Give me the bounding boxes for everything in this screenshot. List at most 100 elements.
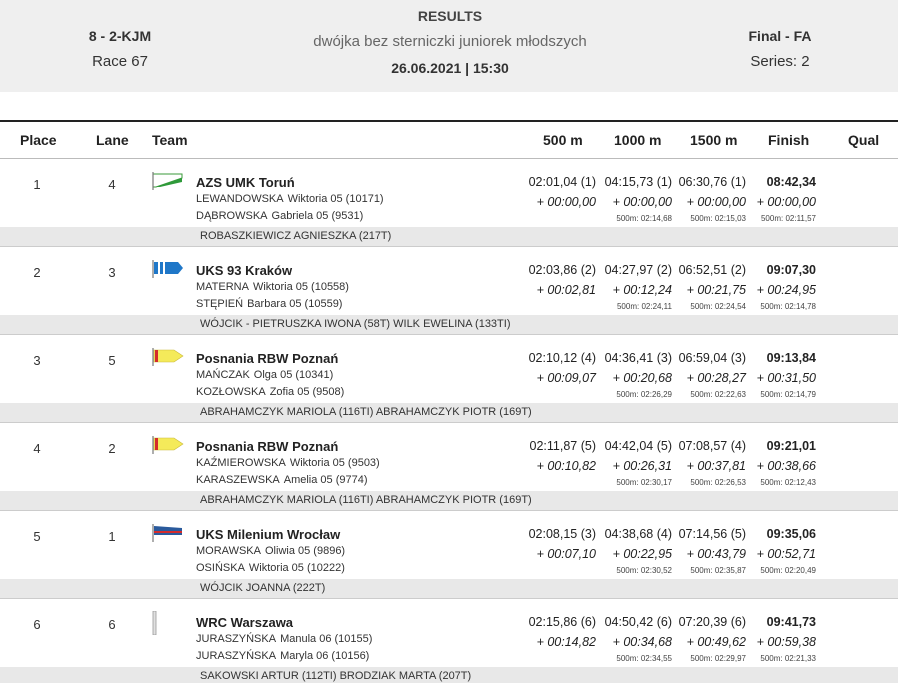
coach-names: ROBASZKIEWICZ AGNIESZKA (217T) xyxy=(200,230,392,242)
rower-surname: LEWANDOWSKA xyxy=(196,193,284,205)
team-name: UKS 93 Kraków xyxy=(196,263,293,278)
diff-1000m: + 00:26,31 xyxy=(612,459,672,473)
team-name: UKS Milenium Wrocław xyxy=(196,527,341,542)
table-row: 2 3 UKS 93 Kraków MATERNA Wiktoria 05 (10… xyxy=(0,247,898,335)
pace-1500m: 500m: 02:22,63 xyxy=(690,390,746,399)
coach-names: WÓJCIK - PIETRUSZKA IWONA (58T) WILK EWE… xyxy=(200,318,511,330)
coach-names: ABRAHAMCZYK MARIOLA (116TI) ABRAHAMCZYK … xyxy=(200,494,532,506)
rower-details: Zofia 05 (9508) xyxy=(269,386,345,398)
rower-surname: KAŹMIEROWSKA xyxy=(196,457,286,469)
rower-surname: KOZŁOWSKA xyxy=(196,386,266,398)
diff-finish: + 00:31,50 xyxy=(756,371,816,385)
rower-surname: MAŃCZAK xyxy=(196,369,250,381)
team-name: AZS UMK Toruń xyxy=(196,175,295,190)
pace-finish: 500m: 02:12,43 xyxy=(760,478,816,487)
diff-500m: + 00:14,82 xyxy=(536,635,596,649)
race-series: Series: 2 xyxy=(750,53,810,70)
finish-time: 08:42,34 xyxy=(766,175,816,189)
table-row: 5 1 UKS Milenium Wrocław MORAWSKA Oliwia … xyxy=(0,511,898,599)
rower-surname: JURASZYŃSKA xyxy=(196,633,277,645)
rower-details: Wiktoria 05 (10558) xyxy=(252,281,349,293)
diff-500m: + 00:07,10 xyxy=(536,547,596,561)
pace-1000m: 500m: 02:14,68 xyxy=(616,214,672,223)
rower-2: DĄBROWSKA Gabriela 05 (9531) xyxy=(196,210,363,222)
table-row: 1 4 AZS UMK Toruń LEWANDOWSKA Wiktoria 05… xyxy=(0,159,898,247)
coach-bar: SAKOWSKI ARTUR (112TI) BRODZIAK MARTA (2… xyxy=(0,667,898,683)
diff-finish: + 00:52,71 xyxy=(756,547,816,561)
split-1000m: 04:38,68 (4) xyxy=(604,527,672,541)
place-cell: 2 xyxy=(33,265,41,280)
split-500m: 02:11,87 (5) xyxy=(529,439,596,453)
finish-time: 09:35,06 xyxy=(766,527,816,541)
split-1500m: 06:52,51 (2) xyxy=(678,263,746,277)
diff-1500m: + 00:00,00 xyxy=(686,195,746,209)
diff-500m: + 00:00,00 xyxy=(536,195,596,209)
split-1000m: 04:50,42 (6) xyxy=(604,615,672,629)
rower-1: LEWANDOWSKA Wiktoria 05 (10171) xyxy=(196,193,384,205)
race-number: Race 67 xyxy=(92,53,148,70)
coach-bar: ABRAHAMCZYK MARIOLA (116TI) ABRAHAMCZYK … xyxy=(0,491,898,511)
split-1500m: 07:20,39 (6) xyxy=(678,615,746,629)
yellow-red-flag-icon xyxy=(152,347,184,367)
coach-bar: WÓJCIK - PIETRUSZKA IWONA (58T) WILK EWE… xyxy=(0,315,898,335)
column-header-1000m: 1000 m xyxy=(614,132,662,148)
rower-1: MORAWSKA Oliwia 05 (9896) xyxy=(196,545,345,557)
rower-1: MAŃCZAK Olga 05 (10341) xyxy=(196,369,333,381)
diff-500m: + 00:09,07 xyxy=(536,371,596,385)
finish-time: 09:41,73 xyxy=(766,615,816,629)
rower-surname: KARASZEWSKA xyxy=(196,474,280,486)
event-code: 8 - 2-KJM xyxy=(88,28,152,44)
column-header-place: Place xyxy=(20,132,57,148)
pace-1000m: 500m: 02:30,17 xyxy=(616,478,672,487)
split-1000m: 04:42,04 (5) xyxy=(604,439,672,453)
finish-time: 09:21,01 xyxy=(766,439,816,453)
rower-2: KOZŁOWSKA Zofia 05 (9508) xyxy=(196,386,344,398)
table-row: 6 6 WRC Warszawa JURASZYŃSKA Manula 06 (1… xyxy=(0,599,898,683)
column-header-finish: Finish xyxy=(768,132,810,148)
lane-cell: 4 xyxy=(108,177,116,192)
diff-1000m: + 00:00,00 xyxy=(612,195,672,209)
blue-red-flag-icon xyxy=(152,523,184,543)
diff-1500m: + 00:21,75 xyxy=(686,283,746,297)
rower-details: Olga 05 (10341) xyxy=(253,369,334,381)
event-description: dwójka bez sterniczki juniorek młodszych xyxy=(313,33,587,50)
column-header-500m: 500 m xyxy=(543,132,583,148)
lane-cell: 3 xyxy=(108,265,116,280)
rower-details: Wiktoria 05 (9503) xyxy=(289,457,380,469)
rower-surname: STĘPIEŃ xyxy=(196,298,244,310)
pace-finish: 500m: 02:14,78 xyxy=(760,302,816,311)
column-header-1500m: 1500 m xyxy=(690,132,738,148)
split-1000m: 04:15,73 (1) xyxy=(604,175,672,189)
rower-details: Oliwia 05 (9896) xyxy=(265,545,346,557)
finish-time: 09:13,84 xyxy=(766,351,816,365)
place-cell: 1 xyxy=(33,177,41,192)
split-1500m: 06:30,76 (1) xyxy=(678,175,746,189)
rower-2: KARASZEWSKA Amelia 05 (9774) xyxy=(196,474,368,486)
page-title: RESULTS xyxy=(417,8,483,24)
diff-1000m: + 00:20,68 xyxy=(612,371,672,385)
team-name: WRC Warszawa xyxy=(196,615,294,630)
pace-finish: 500m: 02:11,57 xyxy=(760,214,816,223)
rower-1: JURASZYŃSKA Manula 06 (10155) xyxy=(196,633,372,645)
diff-1000m: + 00:22,95 xyxy=(612,547,672,561)
coach-names: WÓJCIK JOANNA (222T) xyxy=(200,582,326,594)
rower-surname: DĄBROWSKA xyxy=(196,210,268,222)
lane-cell: 1 xyxy=(108,529,116,544)
pace-1500m: 500m: 02:29,97 xyxy=(690,654,746,663)
results-header: 8 - 2-KJM Race 67 RESULTS dwójka bez ste… xyxy=(0,0,898,92)
team-name: Posnania RBW Poznań xyxy=(196,351,339,366)
lane-cell: 6 xyxy=(108,617,116,632)
rower-details: Amelia 05 (9774) xyxy=(283,474,368,486)
rower-details: Manula 06 (10155) xyxy=(280,633,373,645)
split-1500m: 07:14,56 (5) xyxy=(678,527,746,541)
split-500m: 02:10,12 (4) xyxy=(528,351,596,365)
pace-finish: 500m: 02:14,79 xyxy=(760,390,816,399)
rower-2: STĘPIEŃ Barbara 05 (10559) xyxy=(196,298,342,310)
column-header-lane: Lane xyxy=(96,132,129,148)
coach-bar: WÓJCIK JOANNA (222T) xyxy=(0,579,898,599)
rower-surname: JURASZYŃSKA xyxy=(196,650,277,662)
diff-finish: + 00:38,66 xyxy=(756,459,816,473)
rower-details: Maryla 06 (10156) xyxy=(280,650,370,662)
diff-1500m: + 00:37,81 xyxy=(686,459,746,473)
pace-1500m: 500m: 02:24,54 xyxy=(690,302,746,311)
